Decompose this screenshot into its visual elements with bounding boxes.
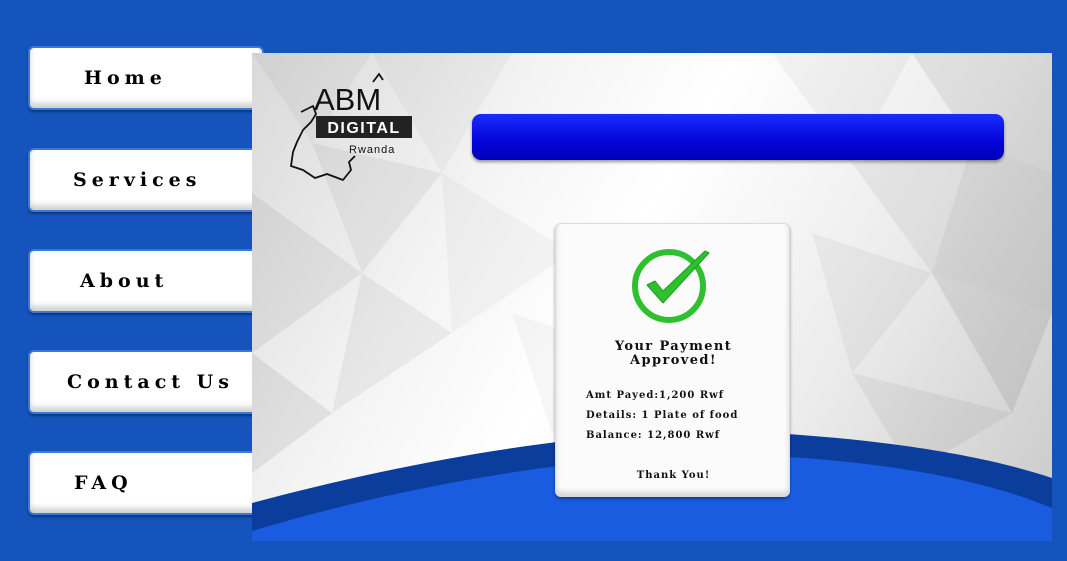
- nav-contact-label: Contact Us: [67, 371, 234, 393]
- payment-approved-card: Your Payment Approved! Amt Payed:1,200 R…: [555, 223, 790, 497]
- payment-title-line2: Approved!: [629, 353, 717, 368]
- nav-services-label: Services: [73, 169, 202, 191]
- payment-amount: Amt Payed:1,200 Rwf: [586, 390, 725, 401]
- check-circle-icon: [632, 249, 710, 323]
- nav-about-button[interactable]: About: [28, 249, 264, 313]
- header-blue-bar: [472, 114, 1004, 160]
- logo-brand-text: ABM: [314, 82, 381, 117]
- thank-you-text: Thank You!: [636, 470, 711, 481]
- payment-title-line1: Your Payment: [614, 339, 733, 354]
- payment-balance: Balance: 12,800 Rwf: [586, 430, 721, 441]
- nav-about-label: About: [80, 270, 169, 292]
- payment-title: Your Payment Approved!: [556, 340, 791, 368]
- nav-services-button[interactable]: Services: [28, 148, 264, 212]
- logo-country-text: Rwanda: [349, 144, 395, 156]
- nav-faq-button[interactable]: FAQ: [28, 451, 264, 515]
- nav-home-label: Home: [84, 67, 167, 89]
- payment-details: Details: 1 Plate of food: [586, 410, 739, 421]
- nav-home-button[interactable]: Home: [28, 46, 264, 110]
- abm-digital-logo: ABM DIGITAL Rwanda: [290, 72, 412, 181]
- nav-contact-button[interactable]: Contact Us: [28, 350, 264, 414]
- logo-digital-text: DIGITAL: [327, 120, 400, 137]
- nav-faq-label: FAQ: [74, 472, 133, 494]
